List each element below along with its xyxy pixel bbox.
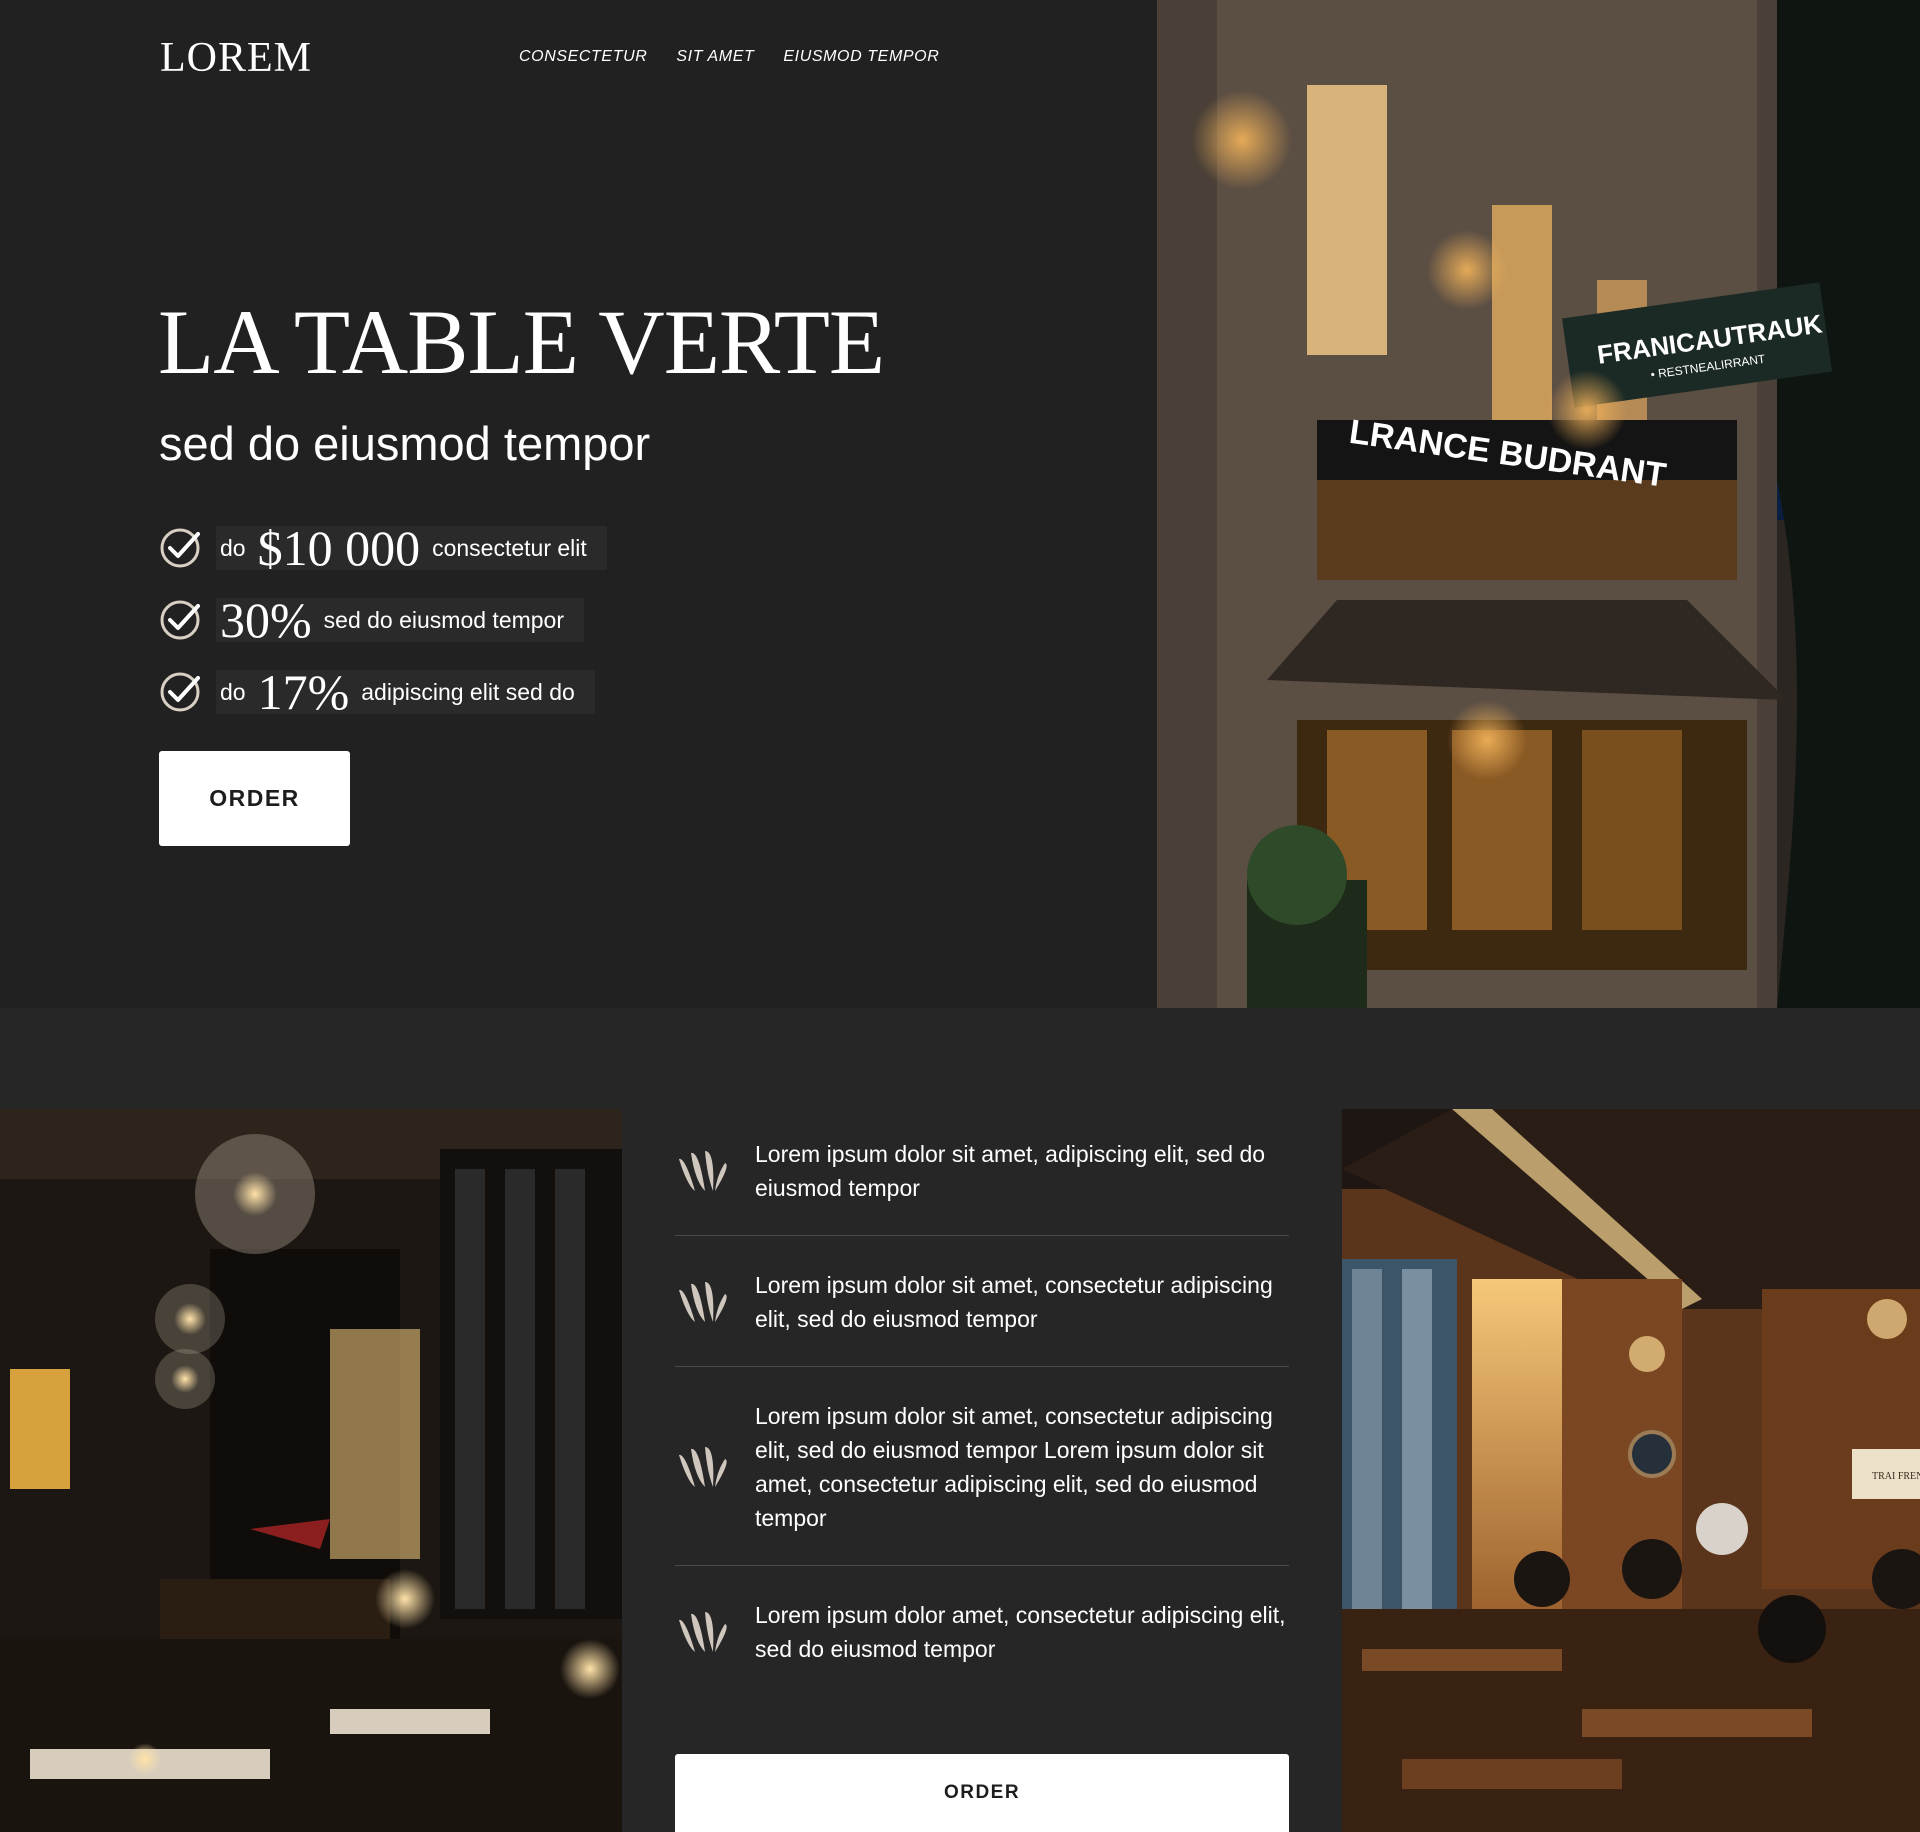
feature-prefix: do bbox=[220, 534, 246, 561]
brand-logo[interactable]: LOREM bbox=[160, 34, 312, 82]
feature-pill: 30% sed do eiusmod tempor bbox=[216, 592, 585, 648]
order-button-secondary[interactable]: ORDER bbox=[675, 1754, 1289, 1832]
leaf-emblem-icon bbox=[679, 1151, 727, 1191]
order-button[interactable]: ORDER bbox=[159, 751, 350, 846]
feature-pill: do $10 000 consectetur elit bbox=[216, 520, 607, 576]
page-subtitle: sed do eiusmod tempor bbox=[159, 417, 651, 470]
list-item-text: Lorem ipsum dolor sit amet, adipiscing e… bbox=[755, 1141, 1266, 1201]
check-circle-icon bbox=[160, 672, 200, 712]
dining-room-band-illustration bbox=[0, 1109, 622, 1832]
facade-illustration: FRANICAUTRAUK • RESTNEALIRRANT LRANCE BU… bbox=[1157, 0, 1920, 1008]
feature-item: 30% sed do eiusmod tempor bbox=[158, 594, 607, 646]
leaf-emblem-icon bbox=[679, 1282, 727, 1322]
list-item-text: Lorem ipsum dolor sit amet, consectetur … bbox=[755, 1272, 1273, 1332]
list-item: Lorem ipsum dolor sit amet, adipiscing e… bbox=[675, 1135, 1289, 1236]
nav-item-consectetur[interactable]: CONSECTETUR bbox=[519, 48, 647, 66]
benefits-list: Lorem ipsum dolor sit amet, adipiscing e… bbox=[675, 1135, 1289, 1726]
feature-value: 30% bbox=[220, 592, 312, 648]
check-circle-icon bbox=[160, 528, 200, 568]
feature-prefix: do bbox=[220, 678, 246, 705]
dining-room-illustration: TRAI FREN bbox=[1342, 1109, 1920, 1832]
feature-item: do $10 000 consectetur elit bbox=[158, 522, 607, 574]
nav-item-sit-amet[interactable]: SIT AMET bbox=[676, 48, 754, 66]
list-item: Lorem ipsum dolor sit amet, consectetur … bbox=[675, 1397, 1289, 1566]
leaf-emblem-icon bbox=[679, 1447, 727, 1487]
feature-text: sed do eiusmod tempor bbox=[323, 606, 565, 633]
nav-item-eiusmod-tempor[interactable]: EIUSMOD TEMPOR bbox=[783, 48, 939, 66]
frame-text: TRAI FREN bbox=[1872, 1471, 1920, 1482]
list-item: Lorem ipsum dolor amet, consectetur adip… bbox=[675, 1596, 1289, 1696]
list-item-text: Lorem ipsum dolor amet, consectetur adip… bbox=[755, 1602, 1286, 1662]
feature-list: do $10 000 consectetur elit 30% sed do e… bbox=[158, 522, 607, 738]
feature-text: consectetur elit bbox=[432, 534, 587, 561]
page-title: LA TABLE VERTE bbox=[158, 291, 885, 393]
check-circle-icon bbox=[160, 600, 200, 640]
feature-value: 17% bbox=[257, 664, 350, 720]
leaf-emblem-icon bbox=[679, 1612, 727, 1652]
dining-room-band-image bbox=[0, 1109, 622, 1832]
dining-room-image: TRAI FREN bbox=[1342, 1109, 1920, 1832]
feature-pill: do 17% adipiscing elit sed do bbox=[216, 664, 595, 720]
list-item-text: Lorem ipsum dolor sit amet, consectetur … bbox=[755, 1403, 1273, 1531]
feature-value: $10 000 bbox=[257, 520, 421, 576]
main-nav: CONSECTETUR SIT AMET EIUSMOD TEMPOR bbox=[519, 48, 939, 66]
feature-text: adipiscing elit sed do bbox=[361, 678, 575, 705]
feature-item: do 17% adipiscing elit sed do bbox=[158, 666, 607, 718]
list-item: Lorem ipsum dolor sit amet, consectetur … bbox=[675, 1266, 1289, 1367]
restaurant-facade-image: FRANICAUTRAUK • RESTNEALIRRANT LRANCE BU… bbox=[1157, 0, 1920, 1008]
